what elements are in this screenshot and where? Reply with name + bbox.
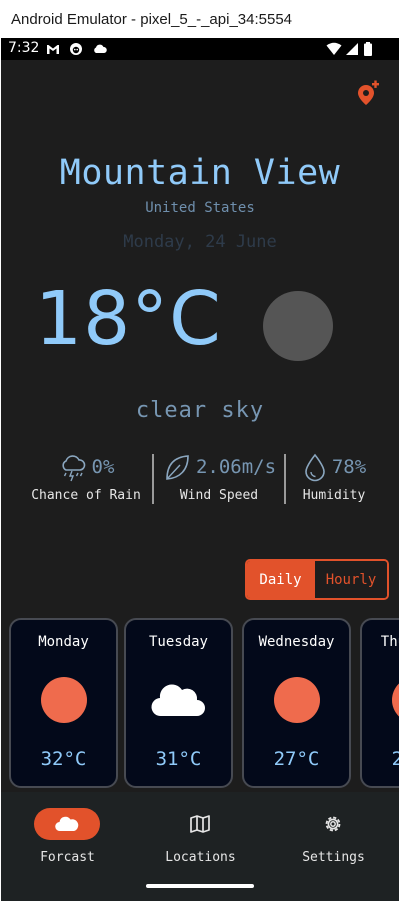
city-name: Mountain View bbox=[59, 153, 341, 193]
gmail-icon bbox=[46, 42, 60, 56]
window-title: Android Emulator - pixel_5_-_api_34:5554 bbox=[0, 0, 400, 38]
drop-icon bbox=[305, 453, 325, 482]
nav-label: Forcast bbox=[40, 850, 95, 865]
battery-icon bbox=[363, 42, 373, 56]
stat-value: 2.06m/s bbox=[195, 456, 277, 478]
stat-value: 78% bbox=[331, 456, 367, 478]
sun-icon bbox=[40, 677, 87, 723]
cloud-icon bbox=[92, 42, 108, 56]
forecast-card[interactable]: Wednesday 27°C bbox=[242, 618, 351, 788]
rain-icon bbox=[61, 455, 85, 482]
status-time: 7:32 bbox=[8, 40, 40, 56]
stat-divider bbox=[152, 454, 154, 504]
forecast-day: Tuesday bbox=[148, 634, 208, 650]
bottom-navigation: Forcast Locations Settings bbox=[1, 792, 399, 901]
sun-icon bbox=[273, 677, 320, 723]
stat-wind-speed: 2.06m/s Wind Speed bbox=[159, 452, 279, 503]
country-name: United States bbox=[145, 200, 255, 216]
weather-description: clear sky bbox=[135, 398, 265, 423]
stat-label: Humidity bbox=[302, 488, 366, 503]
wifi-icon bbox=[326, 42, 342, 56]
app-icon bbox=[69, 42, 83, 56]
forecast-toggle: Daily Hourly bbox=[245, 559, 389, 600]
nav-pill bbox=[300, 808, 366, 840]
sun-icon bbox=[391, 677, 399, 723]
nav-label: Settings bbox=[302, 850, 365, 865]
add-location-button[interactable] bbox=[356, 78, 380, 106]
forecast-day: Wednesday bbox=[258, 634, 335, 650]
forecast-temp: 31°C bbox=[155, 748, 202, 770]
cloud-icon bbox=[150, 684, 205, 717]
current-temperature: 18°C bbox=[35, 276, 222, 362]
wind-icon bbox=[166, 455, 189, 480]
forecast-day: Thursday bbox=[380, 634, 399, 650]
map-icon bbox=[190, 815, 210, 833]
cloud-icon bbox=[55, 816, 79, 832]
stat-humidity: 78% Humidity bbox=[291, 452, 377, 503]
hourly-button[interactable]: Hourly bbox=[314, 561, 387, 598]
forecast-temp: 32°C bbox=[40, 748, 87, 770]
phone-screen: 7:32 Mountain View United States Monday,… bbox=[1, 38, 399, 901]
forecast-card[interactable]: Thursday 25°C bbox=[360, 618, 399, 788]
signal-icon bbox=[345, 42, 359, 56]
gear-icon bbox=[325, 816, 341, 832]
gesture-bar[interactable] bbox=[146, 884, 254, 888]
nav-pill bbox=[167, 808, 233, 840]
current-date: Monday, 24 June bbox=[123, 232, 277, 252]
sun-icon bbox=[263, 291, 333, 361]
status-bar: 7:32 bbox=[1, 38, 399, 60]
nav-pill bbox=[34, 808, 100, 840]
add-location-icon bbox=[358, 80, 379, 105]
stat-label: Chance of Rain bbox=[31, 488, 141, 503]
nav-item-locations[interactable]: Locations bbox=[134, 792, 267, 872]
forecast-card[interactable]: Monday 32°C bbox=[9, 618, 118, 788]
nav-label: Locations bbox=[165, 850, 236, 865]
forecast-temp: 25°C bbox=[391, 748, 399, 770]
daily-button[interactable]: Daily bbox=[247, 561, 314, 598]
forecast-day: Monday bbox=[38, 634, 89, 650]
stat-divider bbox=[284, 454, 286, 504]
forecast-list[interactable]: Monday 32°C Tuesday 31°C Wednesday 27°C … bbox=[1, 618, 399, 790]
nav-item-forcast[interactable]: Forcast bbox=[1, 792, 134, 872]
nav-item-settings[interactable]: Settings bbox=[267, 792, 399, 872]
forecast-temp: 27°C bbox=[273, 748, 320, 770]
stat-label: Wind Speed bbox=[179, 488, 259, 503]
forecast-card[interactable]: Tuesday 31°C bbox=[124, 618, 233, 788]
stat-chance-of-rain: 0% Chance of Rain bbox=[26, 452, 146, 503]
stat-value: 0% bbox=[91, 456, 115, 478]
